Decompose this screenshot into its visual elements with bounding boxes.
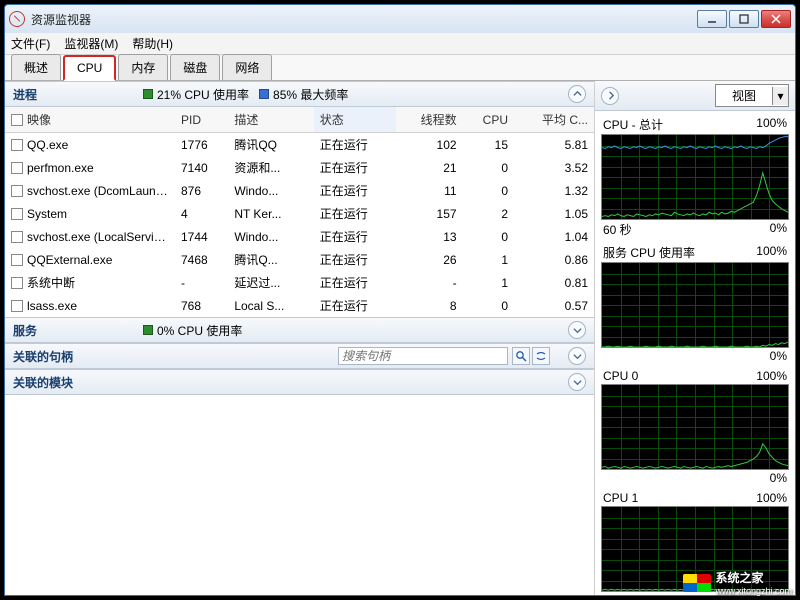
processes-title: 进程 <box>13 86 133 103</box>
close-button[interactable] <box>761 10 791 28</box>
view-dropdown[interactable]: 视图 ▾ <box>715 84 789 107</box>
cpu-usage-stat: 21% CPU 使用率 <box>143 86 249 103</box>
services-cpu-stat: 0% CPU 使用率 <box>143 322 242 339</box>
handles-header[interactable]: 关联的句柄 <box>5 343 594 369</box>
cpu-graph: 服务 CPU 使用率100% 0% <box>601 243 789 364</box>
titlebar[interactable]: 资源监视器 <box>5 5 795 33</box>
tab-cpu[interactable]: CPU <box>63 55 116 81</box>
table-row[interactable]: 系统中断 -延迟过...正在运行 -10.81 <box>5 271 594 294</box>
row-checkbox[interactable] <box>11 208 23 220</box>
minimize-button[interactable] <box>697 10 727 28</box>
cpu-graph: CPU 0100% 0% <box>601 368 789 486</box>
logo-icon <box>683 574 711 592</box>
right-pane: 视图 ▾ CPU - 总计100% 60 秒0% 服务 CPU 使用率100% … <box>595 81 795 595</box>
row-checkbox[interactable] <box>11 162 23 174</box>
blue-square-icon <box>259 89 269 99</box>
row-checkbox[interactable] <box>11 139 23 151</box>
expand-services-button[interactable] <box>568 321 586 339</box>
col-threads[interactable]: 线程数 <box>396 107 462 133</box>
menubar: 文件(F) 监视器(M) 帮助(H) <box>5 33 795 55</box>
row-checkbox[interactable] <box>11 254 23 266</box>
col-avg[interactable]: 平均 C... <box>514 107 594 133</box>
col-desc[interactable]: 描述 <box>228 107 313 133</box>
col-image[interactable]: 映像 <box>27 113 51 127</box>
row-checkbox[interactable] <box>11 231 23 243</box>
clear-search-button[interactable] <box>532 347 550 365</box>
table-row[interactable]: lsass.exe 768Local S...正在运行 800.57 <box>5 294 594 317</box>
table-row[interactable]: svchost.exe (LocalServiceN... 1744Windo.… <box>5 225 594 248</box>
window-title: 资源监视器 <box>31 11 697 28</box>
watermark: 系统之家 www.xitongzhi.com <box>683 569 792 596</box>
row-checkbox[interactable] <box>11 277 23 289</box>
collapse-graphs-button[interactable] <box>601 87 619 105</box>
chevron-down-icon: ▾ <box>772 87 788 105</box>
handles-title: 关联的句柄 <box>13 348 133 365</box>
menu-monitor[interactable]: 监视器(M) <box>64 35 118 52</box>
col-cpu[interactable]: CPU <box>463 107 514 133</box>
modules-header[interactable]: 关联的模块 <box>5 369 594 395</box>
tab-overview[interactable]: 概述 <box>11 54 61 80</box>
row-checkbox[interactable] <box>11 185 23 197</box>
processes-header[interactable]: 进程 21% CPU 使用率 85% 最大频率 <box>5 81 594 107</box>
table-row[interactable]: QQExternal.exe 7468腾讯Q...正在运行 2610.86 <box>5 248 594 271</box>
collapse-processes-button[interactable] <box>568 85 586 103</box>
right-toolbar: 视图 ▾ <box>595 81 795 111</box>
expand-handles-button[interactable] <box>568 347 586 365</box>
menu-help[interactable]: 帮助(H) <box>132 35 173 52</box>
resource-monitor-window: 资源监视器 文件(F) 监视器(M) 帮助(H) 概述 CPU 内存 磁盘 网络… <box>4 4 796 596</box>
maximize-button[interactable] <box>729 10 759 28</box>
row-checkbox[interactable] <box>11 300 23 312</box>
menu-file[interactable]: 文件(F) <box>11 35 50 52</box>
processes-table: 映像 PID 描述 状态 线程数 CPU 平均 C... QQ.exe 1776… <box>5 107 594 317</box>
services-header[interactable]: 服务 0% CPU 使用率 <box>5 317 594 343</box>
table-row[interactable]: System 4NT Ker...正在运行 15721.05 <box>5 202 594 225</box>
green-square-icon <box>143 89 153 99</box>
search-handles-input[interactable] <box>338 347 508 365</box>
tab-memory[interactable]: 内存 <box>118 54 168 80</box>
tab-disk[interactable]: 磁盘 <box>170 54 220 80</box>
table-row[interactable]: QQ.exe 1776腾讯QQ正在运行 102155.81 <box>5 133 594 157</box>
col-pid[interactable]: PID <box>175 107 228 133</box>
app-icon <box>9 11 25 27</box>
left-pane: 进程 21% CPU 使用率 85% 最大频率 映像 PID 描述 状态 线程数… <box>5 81 595 595</box>
select-all-checkbox[interactable] <box>11 114 23 126</box>
services-title: 服务 <box>13 322 133 339</box>
table-row[interactable]: svchost.exe (DcomLaunch) 876Windo...正在运行… <box>5 179 594 202</box>
modules-title: 关联的模块 <box>13 374 133 391</box>
cpu-graph: CPU - 总计100% 60 秒0% <box>601 115 789 239</box>
tabs: 概述 CPU 内存 磁盘 网络 <box>5 55 795 81</box>
search-button[interactable] <box>512 347 530 365</box>
max-freq-stat: 85% 最大频率 <box>259 86 348 103</box>
processes-table-container: 映像 PID 描述 状态 线程数 CPU 平均 C... QQ.exe 1776… <box>5 107 594 317</box>
green-square-icon <box>143 325 153 335</box>
tab-network[interactable]: 网络 <box>222 54 272 80</box>
expand-modules-button[interactable] <box>568 373 586 391</box>
graphs-container: CPU - 总计100% 60 秒0% 服务 CPU 使用率100% 0% CP… <box>595 111 795 595</box>
col-status[interactable]: 状态 <box>314 107 397 133</box>
table-row[interactable]: perfmon.exe 7140资源和...正在运行 2103.52 <box>5 156 594 179</box>
